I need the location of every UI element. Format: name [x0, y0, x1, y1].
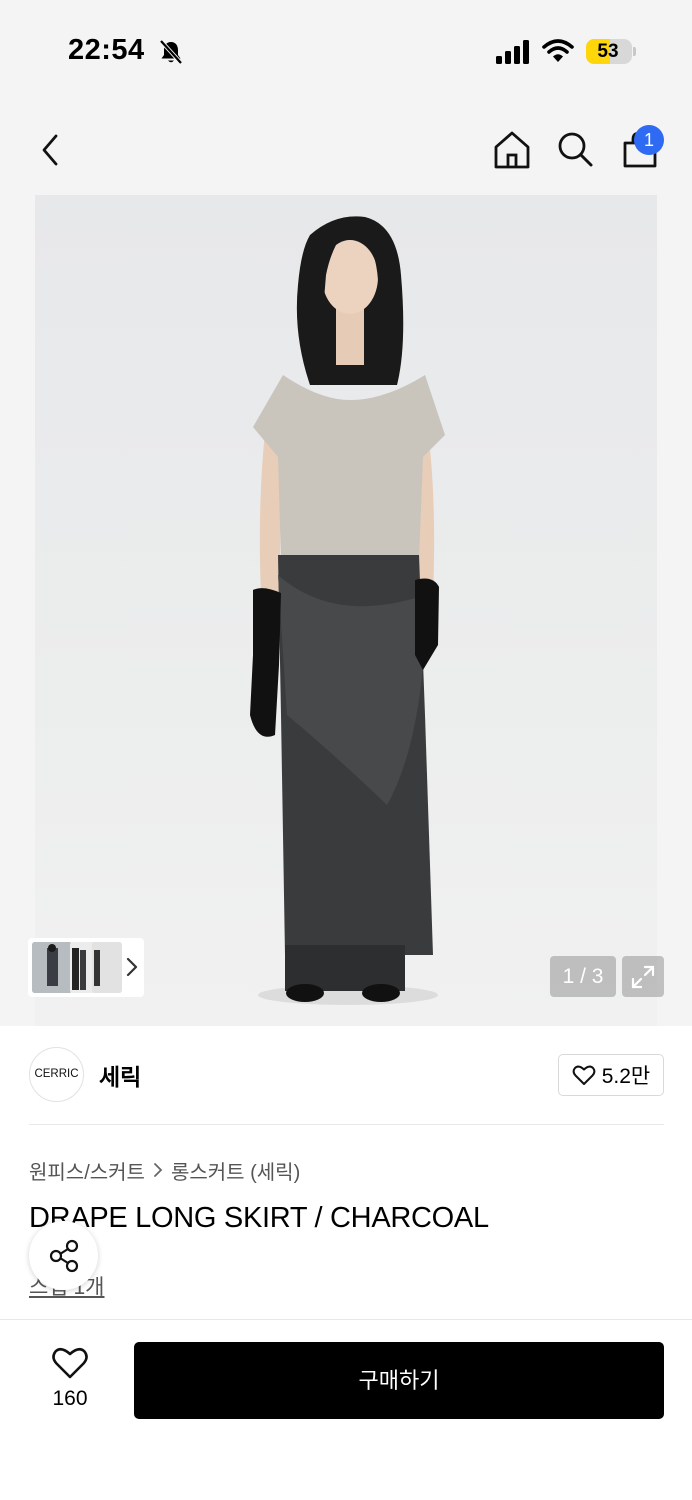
product-title: DRAPE LONG SKIRT / CHARCOAL	[29, 1202, 489, 1234]
status-time: 22:54	[68, 34, 145, 66]
wishlist-count: 160	[52, 1387, 88, 1410]
status-bar: 22:54 53	[0, 0, 692, 100]
thumbnail-1-image	[32, 942, 72, 993]
heart-icon	[572, 1065, 596, 1085]
back-button[interactable]	[26, 126, 74, 174]
expand-icon	[631, 965, 655, 988]
thumbnail-strip[interactable]	[28, 938, 144, 997]
share-icon	[49, 1239, 78, 1272]
battery-level: 53	[597, 41, 619, 62]
breadcrumb-subcategory[interactable]: 롱스커트 (세릭)	[171, 1156, 300, 1185]
signal-icon	[496, 40, 529, 64]
cart-count-badge: 1	[634, 125, 664, 155]
chevron-left-icon	[42, 134, 58, 166]
chevron-right-icon	[154, 1163, 163, 1177]
share-button[interactable]	[29, 1221, 98, 1290]
search-button[interactable]	[551, 126, 599, 174]
breadcrumb-category[interactable]: 원피스/스커트	[29, 1156, 145, 1185]
battery-tip	[633, 47, 636, 56]
thumbnail-3[interactable]	[92, 942, 122, 993]
image-counter: 1 / 3	[550, 956, 616, 997]
wishlist-button[interactable]: 160	[38, 1343, 102, 1413]
brand-like-count: 5.2만	[601, 1065, 651, 1088]
heart-icon	[52, 1347, 88, 1379]
wifi-icon	[542, 39, 574, 62]
product-image[interactable]	[35, 195, 657, 1026]
chevron-right-icon	[126, 957, 138, 977]
brand-like-button[interactable]: 5.2만	[558, 1054, 664, 1096]
top-nav	[0, 110, 692, 190]
breadcrumb: 원피스/스커트 롱스커트 (세릭)	[29, 1156, 300, 1184]
model-photo	[250, 216, 445, 1005]
divider	[29, 1124, 664, 1125]
buy-button[interactable]: 구매하기	[134, 1342, 664, 1419]
home-icon	[494, 131, 530, 169]
expand-button[interactable]	[622, 956, 664, 997]
home-button[interactable]	[488, 126, 536, 174]
search-icon	[558, 132, 593, 167]
brand-name[interactable]: 세릭	[99, 1058, 141, 1092]
thumbnail-3-image	[92, 942, 122, 993]
battery-icon: 53	[586, 39, 632, 64]
bell-slash-icon	[159, 39, 183, 65]
thumbnail-1[interactable]	[32, 942, 72, 993]
brand-logo[interactable]: CERRIC	[29, 1047, 84, 1102]
